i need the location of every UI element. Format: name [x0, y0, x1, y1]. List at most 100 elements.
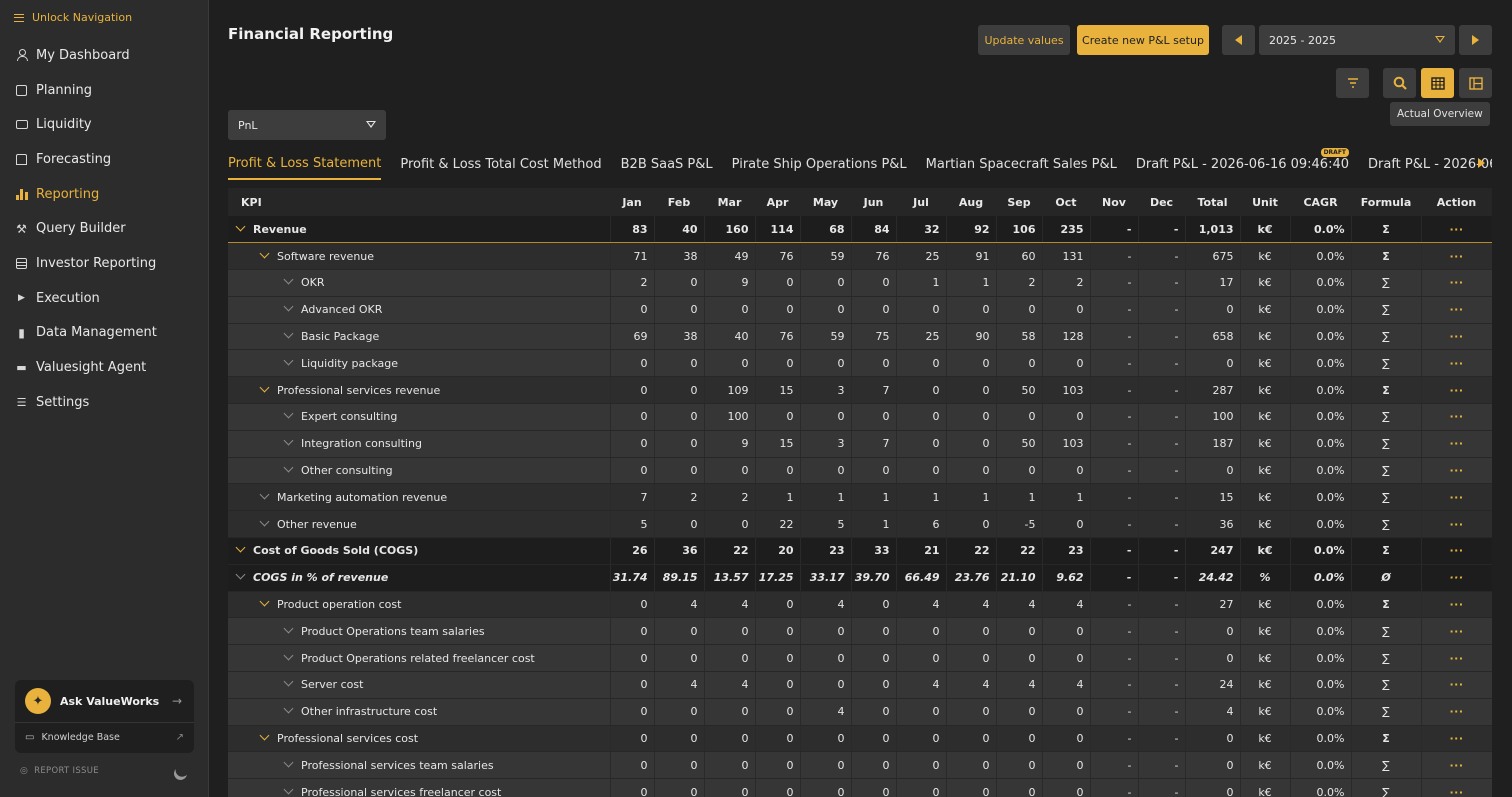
value-cell[interactable]: 0 — [610, 644, 655, 673]
chevron-down-icon[interactable] — [283, 676, 294, 687]
value-cell[interactable]: 4 — [896, 591, 947, 619]
value-cell[interactable]: 0 — [896, 644, 947, 673]
value-cell[interactable]: 0 — [1042, 510, 1091, 539]
actual-overview-button[interactable] — [1421, 68, 1454, 98]
value-cell[interactable]: - — [1090, 698, 1139, 726]
value-cell[interactable]: 0 — [704, 349, 756, 378]
column-header-total[interactable]: Total — [1185, 188, 1240, 216]
value-cell[interactable]: 2 — [1042, 269, 1091, 297]
value-cell[interactable]: 0 — [704, 644, 756, 673]
chevron-down-icon[interactable] — [283, 355, 294, 366]
formula-cell[interactable]: Ø — [1351, 564, 1422, 592]
value-cell[interactable]: 33.17 — [800, 564, 852, 592]
formula-cell[interactable]: Σ — [1351, 242, 1422, 271]
value-cell[interactable]: 0 — [996, 644, 1043, 673]
value-cell[interactable]: 76 — [851, 242, 897, 271]
formula-cell[interactable]: ∑ — [1351, 269, 1422, 297]
value-cell[interactable]: 4 — [654, 671, 705, 699]
value-cell[interactable]: 0 — [755, 671, 801, 699]
action-cell[interactable]: ··· — [1421, 296, 1492, 324]
value-cell[interactable]: - — [1138, 483, 1186, 512]
value-cell[interactable]: 1 — [755, 483, 801, 512]
more-actions-icon[interactable]: ··· — [1449, 410, 1463, 423]
tab-0[interactable]: Profit & Loss Statement — [228, 148, 382, 180]
value-cell[interactable]: 0 — [800, 296, 852, 324]
value-cell[interactable]: 7 — [851, 376, 897, 405]
value-cell[interactable]: 2 — [654, 483, 705, 512]
value-cell[interactable]: 0 — [755, 296, 801, 324]
value-cell[interactable]: 0 — [1042, 349, 1091, 378]
more-actions-icon[interactable]: ··· — [1449, 384, 1463, 397]
value-cell[interactable]: 0 — [1042, 778, 1091, 797]
value-cell[interactable]: - — [1138, 644, 1186, 673]
value-cell[interactable]: 3 — [800, 376, 852, 405]
more-actions-icon[interactable]: ··· — [1449, 223, 1463, 236]
value-cell[interactable]: 36 — [1185, 510, 1241, 539]
value-cell[interactable]: 0 — [946, 617, 997, 646]
value-cell[interactable]: 0 — [755, 403, 801, 431]
value-cell[interactable]: - — [1138, 349, 1186, 378]
column-header-jul[interactable]: Jul — [896, 188, 946, 216]
value-cell[interactable]: 0 — [800, 403, 852, 431]
value-cell[interactable]: 15 — [755, 430, 801, 458]
sidebar-item-valuesight-agent[interactable]: ▬ Valuesight Agent — [0, 350, 208, 385]
column-header-nov[interactable]: Nov — [1090, 188, 1138, 216]
value-cell[interactable]: 0 — [1185, 778, 1241, 797]
action-cell[interactable]: ··· — [1421, 725, 1492, 753]
value-cell[interactable]: - — [1090, 349, 1139, 378]
tab-2[interactable]: B2B SaaS P&L — [621, 148, 713, 180]
formula-cell[interactable]: ∑ — [1351, 617, 1422, 646]
value-cell[interactable]: 0 — [654, 644, 705, 673]
value-cell[interactable]: 23 — [1042, 537, 1091, 565]
value-cell[interactable]: 4 — [704, 671, 756, 699]
sidebar-item-settings[interactable]: ☰ Settings — [0, 385, 208, 420]
value-cell[interactable]: 1 — [800, 483, 852, 512]
value-cell[interactable]: 0 — [704, 457, 756, 485]
value-cell[interactable]: 0 — [851, 296, 897, 324]
value-cell[interactable]: 22 — [755, 510, 801, 539]
value-cell[interactable]: - — [1090, 403, 1139, 431]
value-cell[interactable]: 0 — [610, 403, 655, 431]
pnl-select[interactable]: PnL — [228, 110, 386, 140]
sidebar-item-query-builder[interactable]: ⚒ Query Builder — [0, 211, 208, 246]
table-row[interactable]: Revenue 83 40 160 114 68 84 32 92 106 235- -1,013 k€… — [228, 216, 1492, 244]
value-cell[interactable]: 22 — [996, 537, 1043, 565]
more-actions-icon[interactable]: ··· — [1449, 732, 1463, 745]
value-cell[interactable]: 0 — [1042, 751, 1091, 780]
unlock-navigation-button[interactable]: Unlock Navigation — [0, 0, 208, 35]
column-header-apr[interactable]: Apr — [755, 188, 800, 216]
value-cell[interactable]: 90 — [946, 323, 997, 351]
value-cell[interactable]: 0 — [896, 778, 947, 797]
value-cell[interactable]: 0 — [704, 698, 756, 726]
action-cell[interactable]: ··· — [1421, 457, 1492, 485]
value-cell[interactable]: - — [1138, 698, 1186, 726]
value-cell[interactable]: 0 — [755, 778, 801, 797]
value-cell[interactable]: 7 — [851, 430, 897, 458]
value-cell[interactable]: 0 — [755, 591, 801, 619]
value-cell[interactable]: 0 — [996, 296, 1043, 324]
value-cell[interactable]: 3 — [800, 430, 852, 458]
table-row[interactable]: Professional services freelancer cost 0 0 0… — [228, 778, 1492, 797]
value-cell[interactable]: 1 — [896, 483, 947, 512]
chevron-down-icon[interactable] — [283, 435, 294, 446]
sidebar-item-forecasting[interactable]: Forecasting — [0, 142, 208, 177]
value-cell[interactable]: - — [1138, 778, 1186, 797]
value-cell[interactable]: 0 — [610, 591, 655, 619]
column-header-mar[interactable]: Mar — [704, 188, 755, 216]
formula-cell[interactable]: ∑ — [1351, 430, 1422, 458]
value-cell[interactable]: - — [1090, 323, 1139, 351]
value-cell[interactable]: 21.10 — [996, 564, 1043, 592]
value-cell[interactable]: 0 — [896, 751, 947, 780]
value-cell[interactable]: 0 — [896, 725, 947, 753]
table-row[interactable]: Cost of Goods Sold (COGS) 26 36 22 20 23 33 21 2… — [228, 537, 1492, 565]
value-cell[interactable]: - — [1138, 591, 1186, 619]
sidebar-item-investor-reporting[interactable]: Investor Reporting — [0, 246, 208, 281]
value-cell[interactable]: - — [1138, 376, 1186, 405]
value-cell[interactable]: 0 — [946, 698, 997, 726]
chevron-down-icon[interactable] — [259, 730, 270, 741]
chevron-down-icon[interactable] — [235, 221, 246, 232]
value-cell[interactable]: 15 — [1185, 483, 1241, 512]
value-cell[interactable]: 0 — [1042, 644, 1091, 673]
value-cell[interactable]: 40 — [654, 216, 705, 244]
action-cell[interactable]: ··· — [1421, 671, 1492, 699]
